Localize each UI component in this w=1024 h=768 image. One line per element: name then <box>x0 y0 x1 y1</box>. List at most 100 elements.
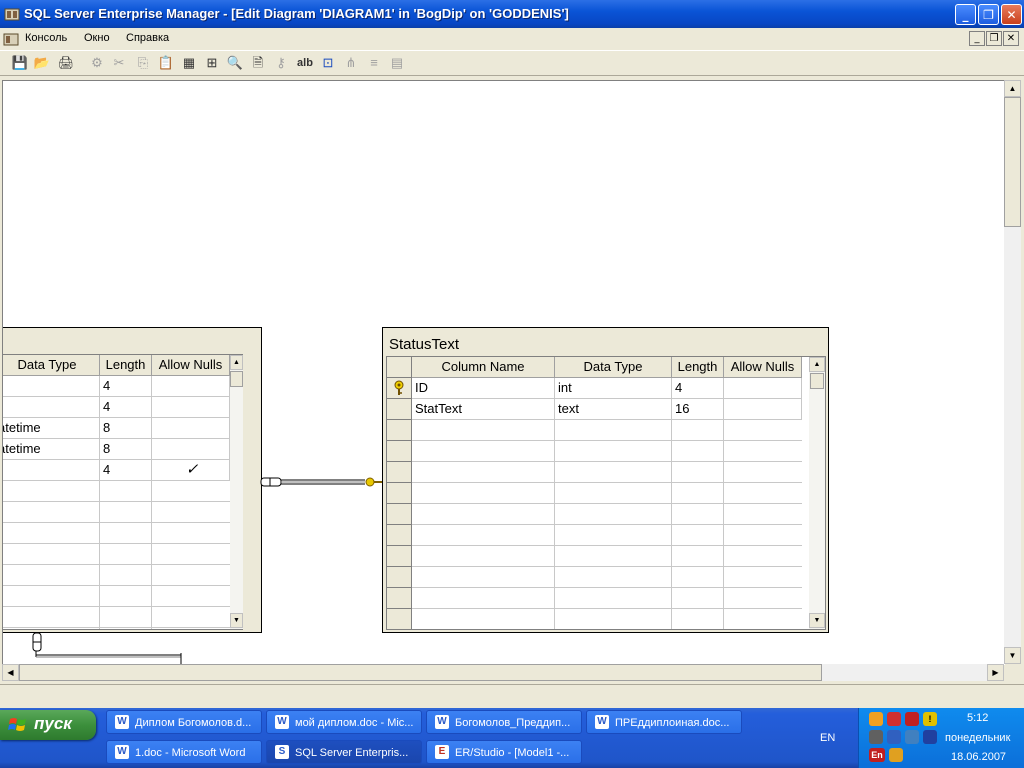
statustext-table-scrollbar[interactable]: ▲ ▼ <box>809 357 825 629</box>
language-indicator[interactable]: EN <box>820 732 835 744</box>
save-icon[interactable]: 💾 <box>11 54 29 72</box>
canvas-vertical-scrollbar[interactable]: ▲ ▼ <box>1004 80 1021 664</box>
column-header-column-name: Column Name <box>412 357 555 378</box>
scroll-left-arrow[interactable]: ◀ <box>2 664 19 681</box>
copy-icon[interactable]: ⎘ <box>134 54 152 72</box>
diagram-canvas[interactable]: Data Type Length Allow Nulls t 4 t 4 ate… <box>2 80 1005 665</box>
zoom-icon[interactable]: 🔍 <box>226 54 244 72</box>
indexes-icon[interactable]: ≡ <box>365 54 383 72</box>
word-icon: W <box>115 715 129 729</box>
task-label: SQL Server Enterpris... <box>295 747 409 759</box>
row-selector[interactable] <box>387 378 412 399</box>
tray-messenger-icon[interactable] <box>889 748 903 762</box>
console-icon[interactable] <box>3 31 19 47</box>
properties-icon[interactable]: 📂 <box>33 54 51 72</box>
row2-allow-nulls[interactable] <box>724 399 802 420</box>
tray-antivirus-icon[interactable] <box>887 712 901 726</box>
tray-usb-icon[interactable] <box>905 730 919 744</box>
table-scroll-down[interactable]: ▼ <box>809 613 825 628</box>
word-icon: W <box>115 745 129 759</box>
toolbar: 💾 📂 🖨 ⚙ ✂ ⎘ 📋 ▦ ⊞ 🔍 🗎 ⚷ alb ⊡ ⋔ ≡ ▤ <box>0 50 1024 76</box>
task-sql-server-enterprise[interactable]: S SQL Server Enterpris... <box>266 740 422 764</box>
row1-allow-nulls[interactable] <box>724 378 802 399</box>
arrange-tables-icon[interactable]: ⊡ <box>319 54 337 72</box>
vertical-scroll-thumb[interactable] <box>1004 97 1021 227</box>
tray-network-icon[interactable] <box>869 712 883 726</box>
row1-column-name[interactable]: ID <box>412 378 555 399</box>
word-icon: W <box>595 715 609 729</box>
second-relationship-connector[interactable] <box>32 632 182 665</box>
task-label: ER/Studio - [Model1 -... <box>455 747 570 759</box>
primary-key-icon[interactable]: ⚷ <box>272 54 290 72</box>
task-label: мой диплом.doc - Mic... <box>295 717 414 729</box>
row2-length[interactable]: 16 <box>672 399 724 420</box>
mdi-restore-button[interactable]: ❐ <box>986 31 1002 46</box>
enterprise-manager-icon[interactable] <box>4 6 20 22</box>
clock-day: понедельник <box>945 732 1011 744</box>
table-title[interactable]: StatusText <box>389 336 459 353</box>
tray-volume-icon[interactable] <box>887 730 901 744</box>
taskbar: пуск W Диплом Богомолов.d... Wмой диплом.… <box>0 708 1024 768</box>
table-view-icon[interactable]: alb <box>294 54 316 72</box>
task-label: Богомолов_Преддип... <box>455 717 571 729</box>
tray-shield-icon[interactable] <box>905 712 919 726</box>
minimize-button[interactable]: _ <box>955 4 976 25</box>
paste-icon[interactable]: 📋 <box>157 54 175 72</box>
task-label: 1.doc - Microsoft Word <box>135 747 246 759</box>
page-breaks-icon[interactable]: ▤ <box>388 54 406 72</box>
empty-rows[interactable] <box>412 420 802 629</box>
statustext-table[interactable]: StatusText Column Name Data Type Length … <box>382 327 829 633</box>
status-bar <box>0 684 1024 709</box>
mdi-minimize-button[interactable]: _ <box>969 31 985 46</box>
empty-row-selectors[interactable] <box>387 420 412 629</box>
word-icon: W <box>435 715 449 729</box>
task-1-doc-word[interactable]: W 1.doc - Microsoft Word <box>106 740 262 764</box>
mdi-close-button[interactable]: ✕ <box>1003 31 1019 46</box>
scroll-right-arrow[interactable]: ▶ <box>987 664 1004 681</box>
menu-window[interactable]: Окно <box>84 32 110 44</box>
print-icon[interactable]: 🖨 <box>57 54 75 72</box>
tray-lt-icon[interactable] <box>923 730 937 744</box>
canvas-horizontal-scrollbar[interactable]: ◀ ▶ <box>2 664 1004 681</box>
tray-warning-icon[interactable]: ! <box>923 712 937 726</box>
task-label: Диплом Богомолов.d... <box>135 717 252 729</box>
horizontal-scroll-thumb[interactable] <box>19 664 822 681</box>
clock-date: 18.06.2007 <box>951 751 1007 763</box>
divider-2 <box>671 420 672 629</box>
task-bogomolov-prediploma[interactable]: W Богомолов_Преддип... <box>426 710 582 734</box>
primary-key-icon <box>394 380 404 395</box>
restore-button[interactable]: ❐ <box>978 4 999 25</box>
table-scroll-thumb[interactable] <box>810 373 824 389</box>
row1-data-type[interactable]: int <box>555 378 672 399</box>
row1-length[interactable]: 4 <box>672 378 724 399</box>
task-er-studio[interactable]: E ER/Studio - [Model1 -... <box>426 740 582 764</box>
menu-help[interactable]: Справка <box>126 32 169 44</box>
tray-language-icon[interactable]: En <box>869 748 885 762</box>
tray-sql-icon[interactable] <box>869 730 883 744</box>
close-button[interactable]: ✕ <box>1001 4 1022 25</box>
scroll-up-arrow[interactable]: ▲ <box>1004 80 1021 97</box>
add-table-icon[interactable]: ⊞ <box>203 54 221 72</box>
row2-data-type[interactable]: text <box>555 399 672 420</box>
new-table-icon[interactable]: ▦ <box>180 54 198 72</box>
windows-flag-icon <box>8 718 26 731</box>
table-scroll-up[interactable]: ▲ <box>809 357 825 372</box>
row2-column-name[interactable]: StatText <box>412 399 555 420</box>
scroll-down-arrow[interactable]: ▼ <box>1004 647 1021 664</box>
start-button[interactable]: пуск <box>0 710 96 740</box>
generate-script-icon[interactable]: ⚙ <box>88 54 106 72</box>
relationships-icon[interactable]: ⋔ <box>342 54 360 72</box>
column-header-allow-nulls: Allow Nulls <box>724 357 802 378</box>
text-annotation-icon[interactable]: 🗎 <box>249 54 267 72</box>
column-header-data-type: Data Type <box>555 357 672 378</box>
clock-time[interactable]: 5:12 <box>967 712 988 724</box>
task-diploma-bogomolov[interactable]: W Диплом Богомолов.d... <box>106 710 262 734</box>
menu-console[interactable]: Консоль <box>25 32 67 44</box>
system-tray: ! En 5:12 понедельник 18.06.2007 <box>858 708 1024 768</box>
task-my-diploma[interactable]: Wмой диплом.doc - Mic... <box>266 710 422 734</box>
task-prediploma-doc[interactable]: W ПРЕддиплоиная.doc... <box>586 710 742 734</box>
cut-icon[interactable]: ✂ <box>110 54 128 72</box>
er-studio-icon: E <box>435 745 449 759</box>
relationship-connector[interactable] <box>260 477 383 487</box>
row-selector[interactable] <box>387 399 412 420</box>
